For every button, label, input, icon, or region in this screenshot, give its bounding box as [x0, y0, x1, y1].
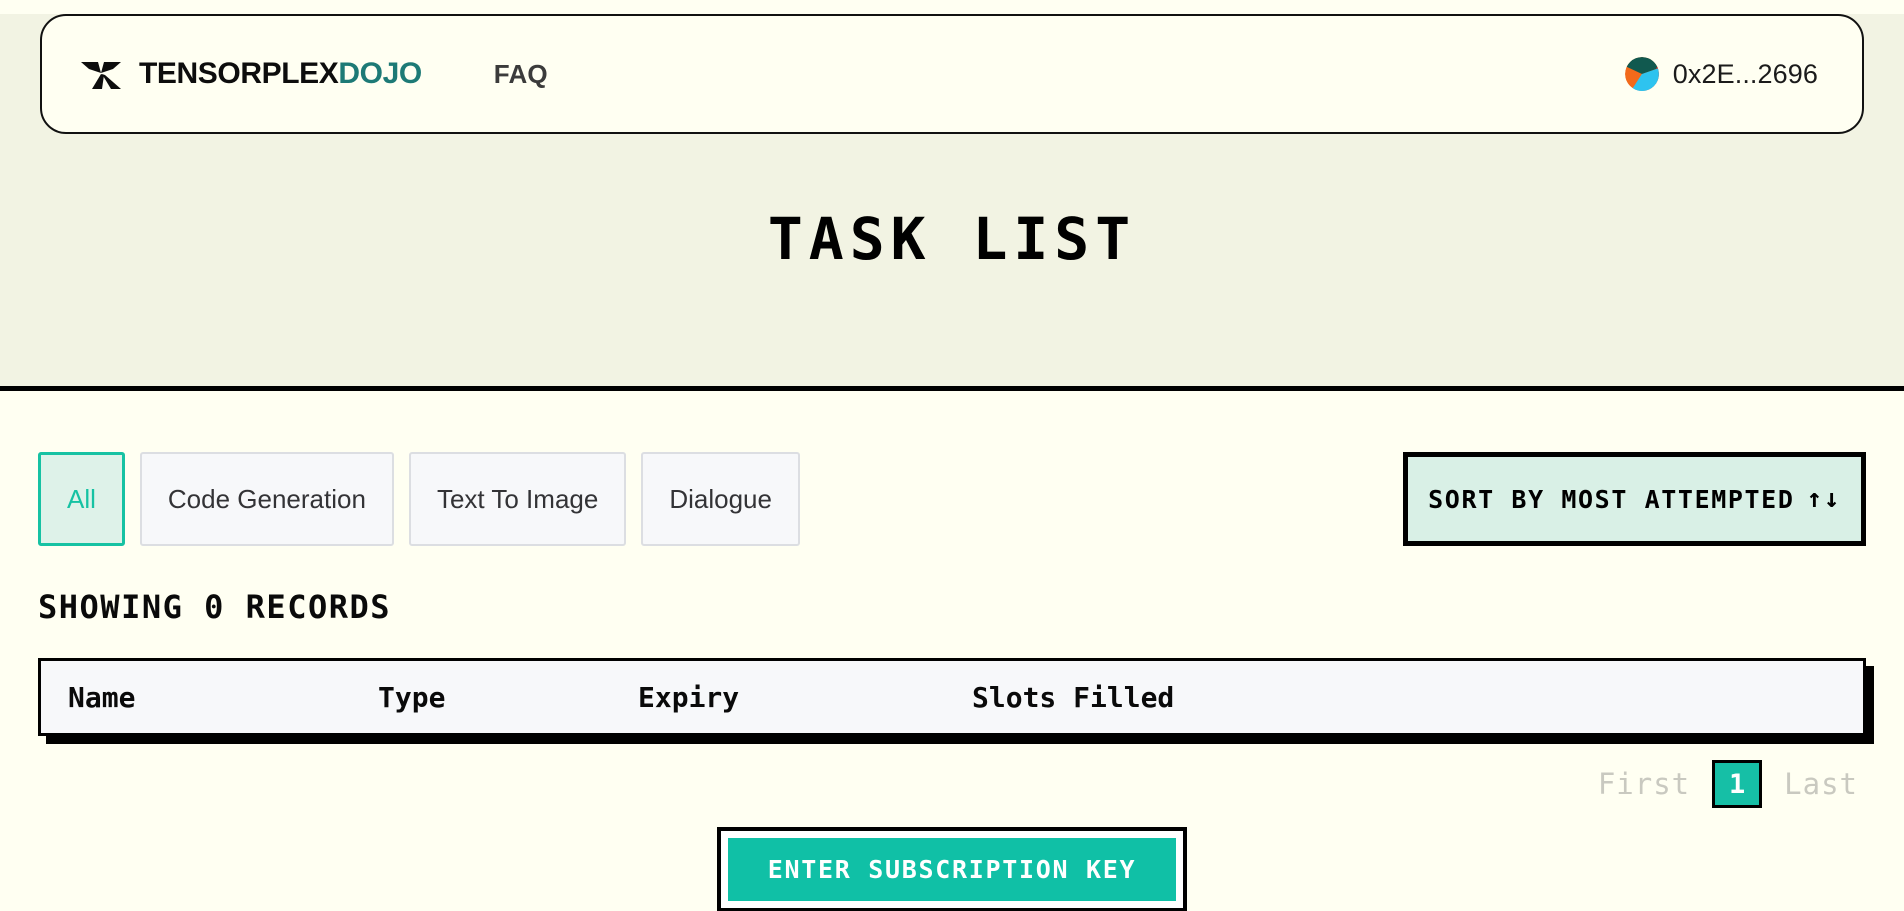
cta-row: ENTER SUBSCRIPTION KEY [0, 827, 1904, 911]
filter-chip-text-to-image[interactable]: Text To Image [408, 452, 627, 546]
main-content: All Code Generation Text To Image Dialog… [0, 391, 1904, 911]
pagination-last-button[interactable]: Last [1784, 767, 1858, 801]
brand-name-primary: TENSORPLEX [139, 57, 339, 90]
table-column-header-expiry[interactable]: Expiry [638, 681, 972, 714]
filter-chip-all[interactable]: All [38, 452, 125, 546]
sort-button-label: SORT BY MOST ATTEMPTED [1428, 484, 1795, 514]
page-title: TASK LIST [767, 205, 1137, 273]
brand-logo[interactable]: TENSORPLEXDOJO [80, 57, 422, 91]
enter-subscription-key-button[interactable]: ENTER SUBSCRIPTION KEY [716, 827, 1188, 911]
brand-text: TENSORPLEXDOJO [139, 57, 422, 91]
table-column-header-slots-filled[interactable]: Slots Filled [972, 681, 1302, 714]
brand-name-secondary: DOJO [338, 57, 422, 90]
pagination: First 1 Last [38, 760, 1866, 808]
wallet-avatar-icon [1624, 57, 1659, 91]
nav-link-faq[interactable]: FAQ [494, 59, 548, 90]
filter-chip-code-generation[interactable]: Code Generation [139, 452, 394, 546]
pagination-page-1[interactable]: 1 [1712, 760, 1763, 808]
navbar-left-group: TENSORPLEXDOJO FAQ [80, 57, 1625, 91]
task-type-filters: All Code Generation Text To Image Dialog… [38, 452, 800, 546]
sort-arrows-icon: ↑↓ [1806, 484, 1841, 514]
sort-button[interactable]: SORT BY MOST ATTEMPTED ↑↓ [1403, 452, 1866, 546]
table-header-row: Name Type Expiry Slots Filled [41, 661, 1863, 733]
task-table: Name Type Expiry Slots Filled [38, 658, 1874, 744]
page-header-section: TENSORPLEXDOJO FAQ 0x2E...2696 TASK LIST [0, 14, 1904, 391]
records-count: SHOWING 0 RECORDS [38, 588, 392, 626]
table-column-header-type[interactable]: Type [378, 681, 638, 714]
pagination-first-button[interactable]: First [1598, 767, 1690, 801]
filter-chip-dialogue[interactable]: Dialogue [641, 452, 800, 546]
wallet-address: 0x2E...2696 [1672, 58, 1818, 89]
controls-row: All Code Generation Text To Image Dialog… [38, 391, 1866, 546]
navbar: TENSORPLEXDOJO FAQ 0x2E...2696 [40, 14, 1864, 134]
task-table-container: Name Type Expiry Slots Filled [38, 658, 1866, 736]
enter-subscription-key-label: ENTER SUBSCRIPTION KEY [727, 838, 1177, 901]
tensorplex-butterfly-icon [80, 58, 122, 90]
table-column-header-name[interactable]: Name [68, 681, 378, 714]
wallet-button[interactable]: 0x2E...2696 [1624, 57, 1818, 91]
